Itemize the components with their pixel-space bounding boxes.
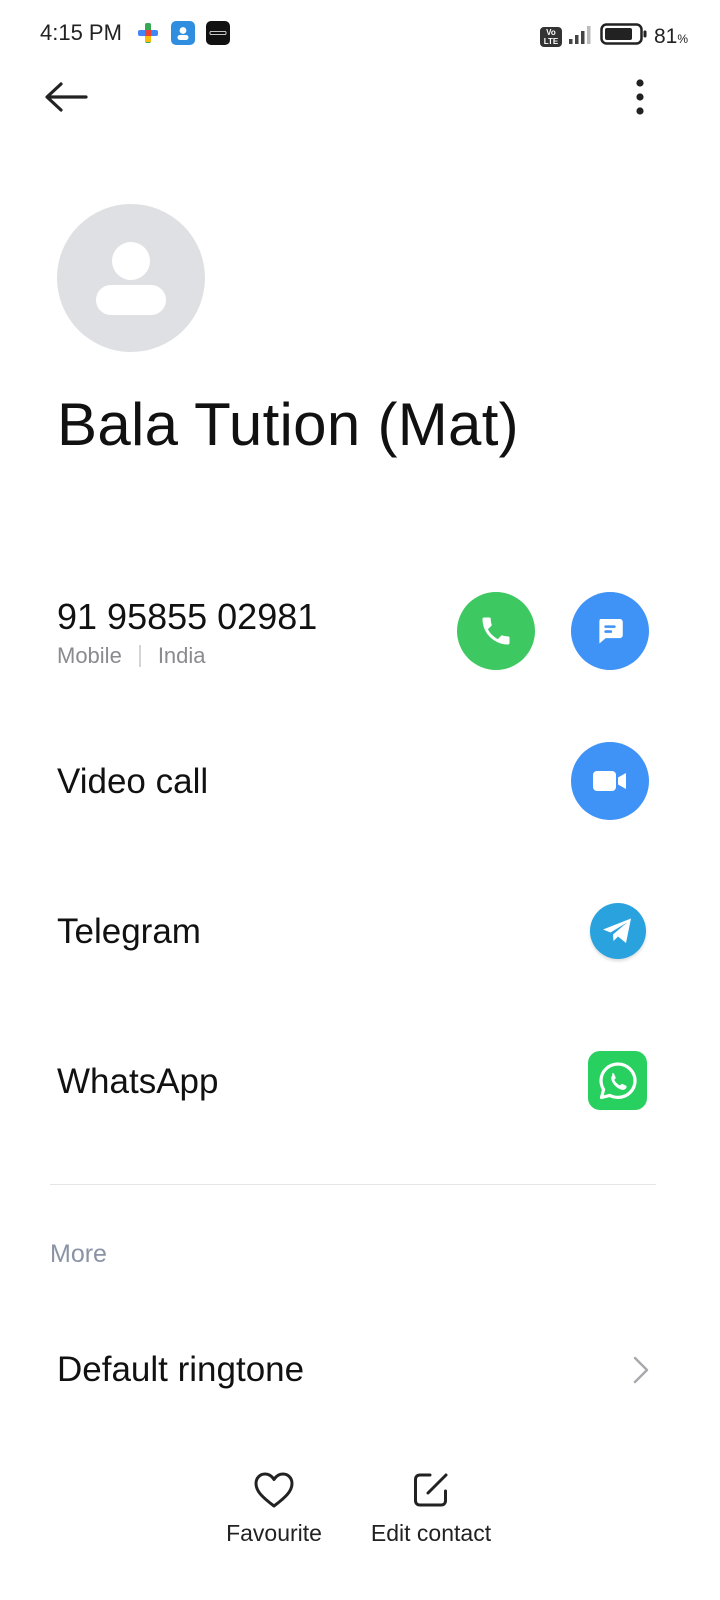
video-camera-icon [593, 771, 626, 791]
favourite-button[interactable]: Favourite [222, 1468, 326, 1547]
whatsapp-label[interactable]: WhatsApp [57, 1062, 218, 1102]
telegram-icon [603, 918, 631, 943]
phone-region: India [157, 643, 206, 668]
video-call-button[interactable] [571, 742, 649, 820]
section-divider [50, 1184, 656, 1185]
heart-icon [252, 1468, 296, 1512]
call-button[interactable] [457, 592, 535, 670]
status-time: 4:15 PM [40, 20, 122, 45]
edit-contact-label: Edit contact [370, 1520, 492, 1546]
telegram-label[interactable]: Telegram [57, 912, 201, 952]
contact-name: Bala Tution (Mat) [57, 391, 519, 458]
message-button[interactable] [571, 592, 649, 670]
person-placeholder-icon [96, 242, 166, 315]
more-vertical-icon [636, 79, 644, 115]
arrow-left-icon [45, 82, 88, 112]
signal-icon [568, 23, 594, 50]
video-call-label[interactable]: Video call [57, 762, 208, 802]
meta-divider [138, 645, 141, 667]
phone-meta: Mobile India [57, 643, 206, 669]
message-icon [599, 618, 623, 644]
more-section-header: More [50, 1240, 107, 1268]
more-options-button[interactable] [620, 72, 660, 122]
whatsapp-button[interactable] [588, 1051, 647, 1110]
edit-icon [409, 1468, 453, 1512]
edit-contact-button[interactable]: Edit contact [362, 1468, 500, 1547]
favourite-label: Favourite [226, 1520, 322, 1546]
status-bar: 4:15 PM Vo LTE 81% [0, 0, 720, 70]
phone-type: Mobile [57, 643, 122, 668]
contact-avatar [57, 204, 205, 352]
chevron-right-icon[interactable] [626, 1354, 656, 1386]
default-ringtone-label[interactable]: Default ringtone [57, 1350, 304, 1390]
battery-percentage: 81% [653, 24, 688, 48]
phone-number[interactable]: 91 95855 02981 [57, 596, 317, 638]
volte-icon: Vo LTE [539, 26, 562, 47]
dizo-app-icon [206, 21, 230, 45]
telegram-button[interactable] [590, 903, 646, 959]
back-button[interactable] [38, 72, 94, 122]
google-fit-icon [136, 21, 160, 45]
contacts-app-icon [171, 21, 195, 45]
whatsapp-icon [598, 1061, 637, 1099]
phone-icon [482, 617, 510, 645]
battery-icon [600, 22, 648, 51]
